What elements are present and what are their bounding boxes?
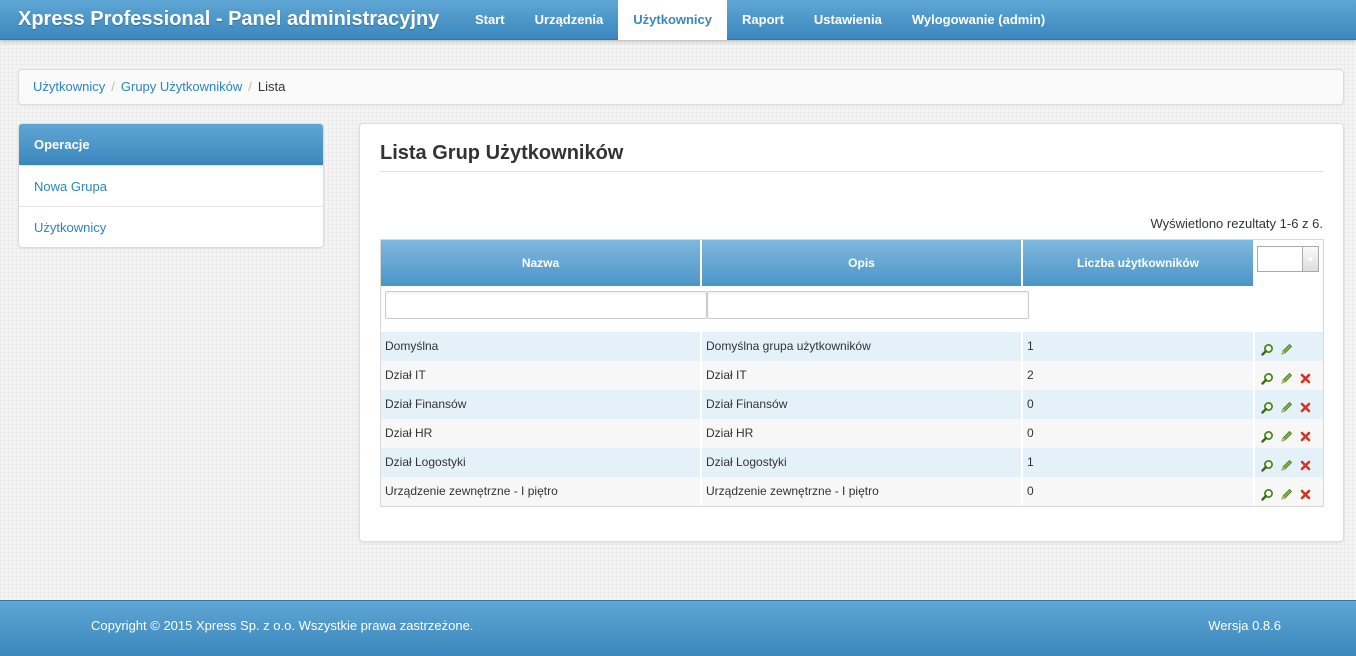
- results-summary: Wyświetlono rezultaty 1-6 z 6.: [1150, 216, 1323, 231]
- breadcrumb-current: Lista: [257, 79, 286, 94]
- title-divider: [379, 171, 1324, 172]
- cell-user-count: 0: [1023, 419, 1255, 448]
- view-icon[interactable]: [1259, 371, 1275, 387]
- top-navbar: Xpress Professional - Panel administracy…: [0, 0, 1356, 40]
- chevron-down-icon[interactable]: ▼: [1302, 247, 1318, 271]
- delete-icon[interactable]: [1297, 400, 1313, 416]
- table-row[interactable]: Dział Finansów Dział Finansów 0: [381, 390, 1323, 419]
- edit-icon[interactable]: [1278, 342, 1294, 358]
- cell-description: Dział Finansów: [702, 390, 1023, 419]
- footer: Copyright © 2015 Xpress Sp. z o.o. Wszys…: [0, 600, 1356, 656]
- row-actions: [1255, 448, 1323, 477]
- breadcrumb-separator: /: [248, 79, 252, 94]
- name-filter-input[interactable]: [385, 291, 707, 319]
- nav-start[interactable]: Start: [460, 0, 520, 40]
- delete-icon[interactable]: [1297, 487, 1313, 503]
- delete-icon[interactable]: [1297, 429, 1313, 445]
- cell-user-count: 1: [1023, 332, 1255, 361]
- description-filter-input[interactable]: [707, 291, 1029, 319]
- sidebar-title: Operacje: [19, 124, 323, 165]
- breadcrumb-link-groups[interactable]: Grupy Użytkowników: [121, 70, 242, 104]
- app-title[interactable]: Xpress Professional - Panel administracy…: [18, 8, 439, 31]
- cell-name: Domyślna: [381, 332, 702, 361]
- edit-icon[interactable]: [1278, 429, 1294, 445]
- page-size-select[interactable]: 20 ▼: [1257, 246, 1319, 272]
- main-panel: Lista Grup Użytkowników Wyświetlono rezu…: [359, 123, 1344, 542]
- cell-description: Dział IT: [702, 361, 1023, 390]
- groups-table: Nazwa Opis Liczba użytkowników 20 ▼ Domy…: [380, 239, 1324, 507]
- row-actions: [1255, 477, 1323, 506]
- column-header-description[interactable]: Opis: [702, 240, 1023, 286]
- cell-user-count: 0: [1023, 390, 1255, 419]
- breadcrumb-separator: /: [111, 79, 115, 94]
- cell-description: Dział HR: [702, 419, 1023, 448]
- page-size-value: 20: [1266, 251, 1281, 267]
- cell-user-count: 2: [1023, 361, 1255, 390]
- view-icon[interactable]: [1259, 342, 1275, 358]
- version-text: Wersja 0.8.6: [1208, 618, 1281, 633]
- cell-description: Domyślna grupa użytkowników: [702, 332, 1023, 361]
- operations-sidebar: Operacje Nowa Grupa Użytkownicy: [18, 123, 324, 248]
- table-header: Nazwa Opis Liczba użytkowników 20 ▼: [381, 240, 1323, 286]
- column-header-name[interactable]: Nazwa: [381, 240, 702, 286]
- main-nav: Start Urządzenia Użytkownicy Raport Usta…: [460, 0, 1060, 40]
- page-title: Lista Grup Użytkowników: [380, 142, 624, 164]
- nav-devices[interactable]: Urządzenia: [520, 0, 619, 40]
- view-icon[interactable]: [1259, 429, 1275, 445]
- breadcrumb: Użytkownicy / Grupy Użytkowników / Lista: [18, 69, 1344, 105]
- cell-user-count: 0: [1023, 477, 1255, 506]
- breadcrumb-link-users[interactable]: Użytkownicy: [33, 70, 105, 104]
- edit-icon[interactable]: [1278, 458, 1294, 474]
- nav-users[interactable]: Użytkownicy: [618, 0, 728, 40]
- edit-icon[interactable]: [1278, 400, 1294, 416]
- nav-logout[interactable]: Wylogowanie (admin): [897, 0, 1060, 40]
- cell-name: Dział HR: [381, 419, 702, 448]
- table-body: Domyślna Domyślna grupa użytkowników 1 Dzia…: [381, 332, 1323, 506]
- row-actions: [1255, 361, 1323, 390]
- delete-icon[interactable]: [1297, 371, 1313, 387]
- column-header-user-count[interactable]: Liczba użytkowników: [1023, 240, 1255, 286]
- copyright-text: Copyright © 2015 Xpress Sp. z o.o. Wszys…: [91, 618, 474, 633]
- sidebar-item-new-group[interactable]: Nowa Grupa: [19, 165, 323, 206]
- edit-icon[interactable]: [1278, 371, 1294, 387]
- page-size-cell: 20 ▼: [1255, 240, 1323, 286]
- cell-user-count: 1: [1023, 448, 1255, 477]
- cell-name: Dział IT: [381, 361, 702, 390]
- filter-row: [381, 286, 1323, 332]
- view-icon[interactable]: [1259, 458, 1275, 474]
- delete-icon[interactable]: [1297, 458, 1313, 474]
- table-row[interactable]: Domyślna Domyślna grupa użytkowników 1: [381, 332, 1323, 361]
- cell-name: Dział Finansów: [381, 390, 702, 419]
- nav-report[interactable]: Raport: [727, 0, 799, 40]
- sidebar-item-users[interactable]: Użytkownicy: [19, 206, 323, 247]
- row-actions: [1255, 419, 1323, 448]
- cell-description: Dział Logostyki: [702, 448, 1023, 477]
- cell-name: Urządzenie zewnętrzne - I piętro: [381, 477, 702, 506]
- view-icon[interactable]: [1259, 400, 1275, 416]
- table-row[interactable]: Dział IT Dział IT 2: [381, 361, 1323, 390]
- cell-description: Urządzenie zewnętrzne - I piętro: [702, 477, 1023, 506]
- cell-name: Dział Logostyki: [381, 448, 702, 477]
- row-actions: [1255, 390, 1323, 419]
- table-row[interactable]: Dział Logostyki Dział Logostyki 1: [381, 448, 1323, 477]
- row-actions: [1255, 332, 1323, 361]
- table-row[interactable]: Dział HR Dział HR 0: [381, 419, 1323, 448]
- edit-icon[interactable]: [1278, 487, 1294, 503]
- view-icon[interactable]: [1259, 487, 1275, 503]
- nav-settings[interactable]: Ustawienia: [799, 0, 897, 40]
- table-row[interactable]: Urządzenie zewnętrzne - I piętro Urządzen…: [381, 477, 1323, 506]
